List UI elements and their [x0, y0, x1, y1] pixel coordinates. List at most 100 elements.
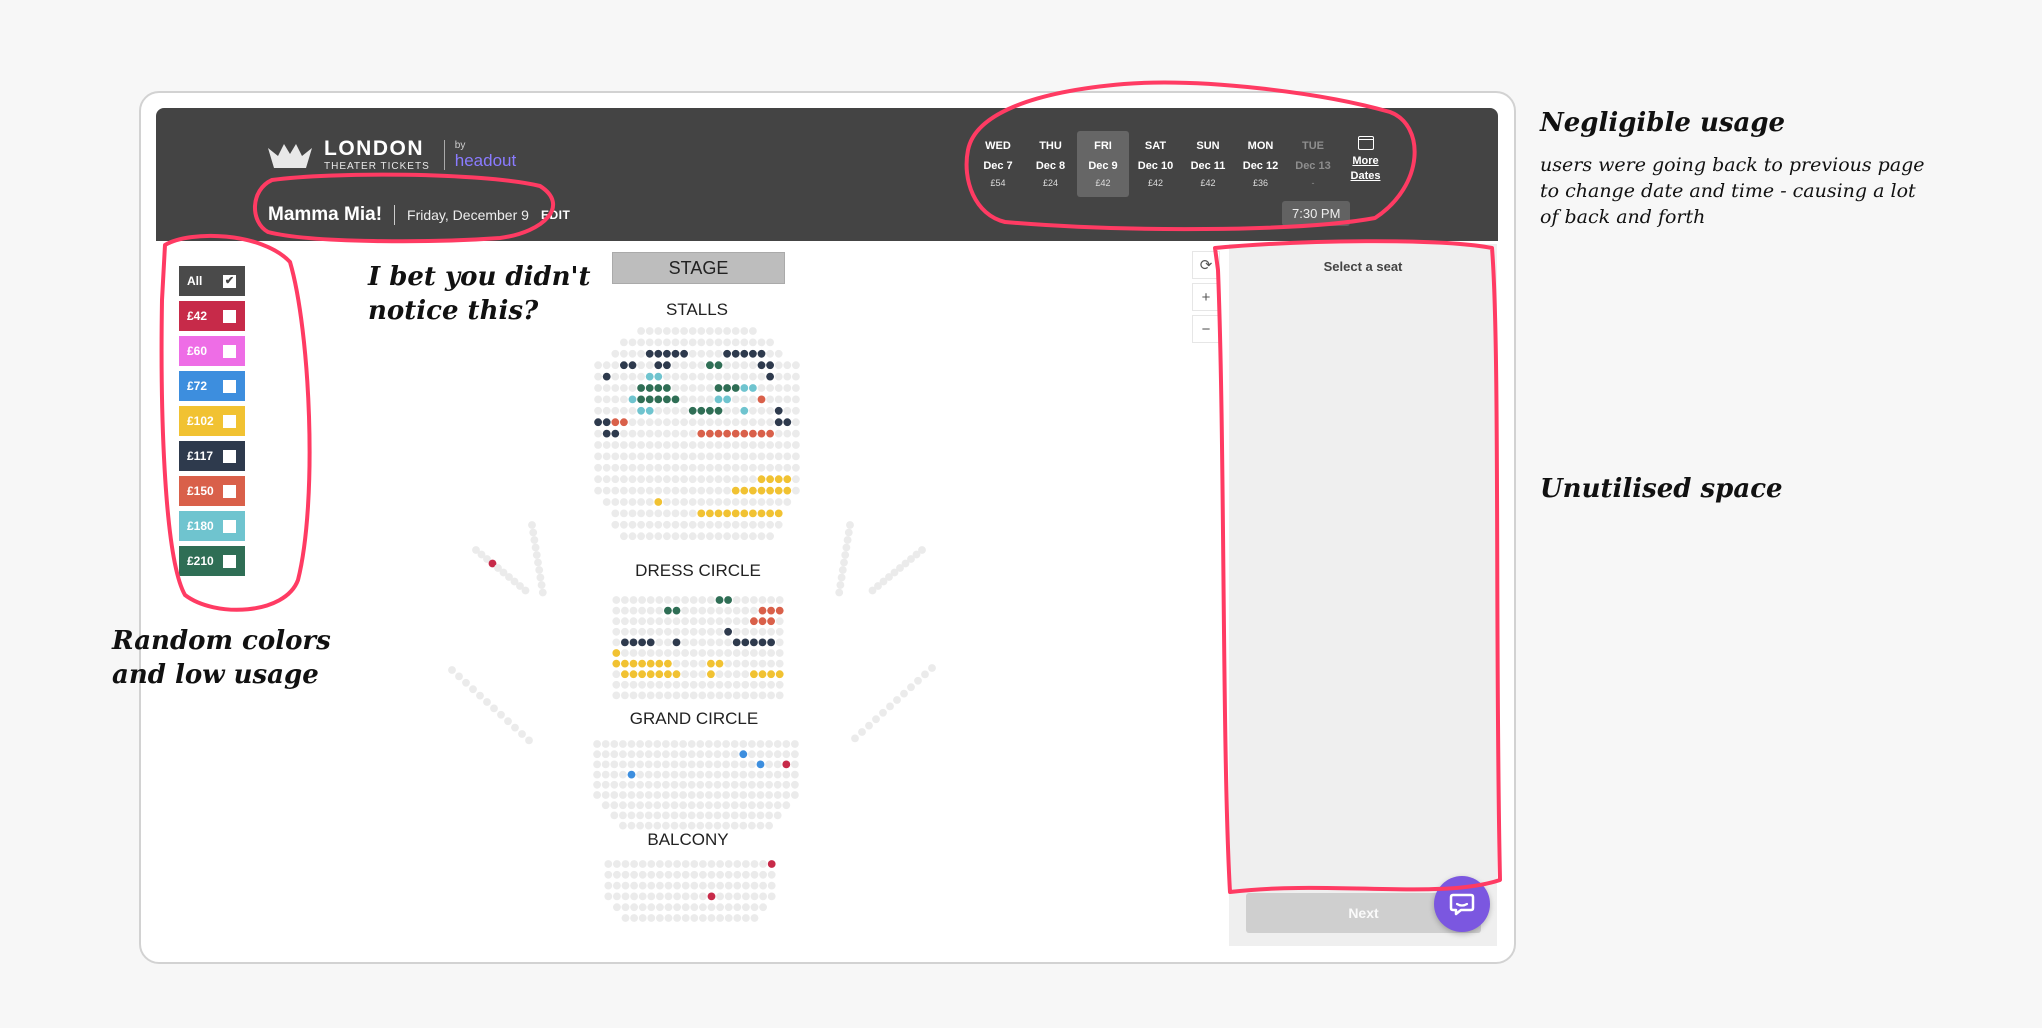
seat[interactable] [680, 429, 688, 438]
seat[interactable] [688, 406, 697, 415]
seat[interactable] [757, 406, 766, 415]
seat[interactable] [766, 361, 774, 370]
seat[interactable] [630, 860, 638, 868]
seat[interactable] [601, 791, 610, 799]
seat[interactable] [774, 520, 783, 529]
seat[interactable] [714, 327, 723, 335]
seat[interactable] [654, 532, 663, 541]
seat[interactable] [706, 452, 714, 461]
seat[interactable] [730, 801, 739, 810]
seat[interactable] [723, 498, 731, 506]
seat[interactable] [739, 770, 748, 779]
seat[interactable] [637, 327, 645, 335]
seat[interactable] [714, 509, 723, 518]
seat[interactable] [750, 860, 759, 868]
seat[interactable] [758, 627, 767, 636]
seat[interactable] [756, 750, 765, 759]
seat[interactable] [655, 691, 664, 700]
seat[interactable] [637, 486, 645, 495]
seat[interactable] [638, 860, 647, 868]
seat[interactable] [602, 441, 611, 449]
seat[interactable] [731, 361, 740, 370]
seat[interactable] [741, 638, 750, 647]
seat[interactable] [741, 670, 750, 679]
seat[interactable] [782, 780, 791, 789]
seat[interactable] [670, 740, 679, 748]
seat[interactable] [706, 372, 714, 381]
seat[interactable] [731, 441, 740, 449]
seat[interactable] [775, 627, 784, 636]
seat[interactable] [750, 691, 758, 700]
seat[interactable] [792, 395, 800, 404]
seat[interactable] [602, 452, 611, 461]
seat[interactable] [750, 606, 758, 615]
seat[interactable] [610, 801, 619, 810]
seat[interactable] [696, 801, 705, 810]
seat[interactable] [749, 532, 757, 541]
seat[interactable] [628, 384, 637, 392]
seat[interactable] [655, 670, 664, 679]
seat[interactable] [610, 750, 619, 759]
seat[interactable] [742, 914, 750, 922]
seat[interactable] [611, 384, 620, 392]
seat[interactable] [707, 596, 715, 604]
seat[interactable] [671, 532, 680, 541]
seat[interactable] [644, 770, 653, 779]
seat[interactable] [697, 361, 706, 370]
seat[interactable] [757, 349, 766, 358]
seat[interactable] [664, 659, 672, 668]
seat[interactable] [621, 638, 629, 647]
seat[interactable] [611, 486, 620, 495]
seat[interactable] [767, 860, 776, 868]
seat[interactable] [594, 406, 602, 415]
seat[interactable] [842, 543, 851, 552]
seat[interactable] [698, 617, 707, 626]
seat[interactable] [731, 486, 740, 495]
seat[interactable] [714, 475, 723, 484]
seat[interactable] [537, 581, 546, 589]
seat[interactable] [774, 418, 783, 427]
seat[interactable] [644, 750, 653, 759]
seat[interactable] [636, 791, 644, 799]
seat[interactable] [731, 418, 740, 427]
seat[interactable] [698, 649, 707, 657]
seat[interactable] [672, 659, 681, 668]
seat[interactable] [645, 418, 654, 427]
seat[interactable] [698, 691, 707, 700]
seat[interactable] [681, 860, 690, 868]
seat[interactable] [841, 551, 850, 559]
seat[interactable] [706, 475, 714, 484]
seat[interactable] [723, 395, 731, 404]
seat[interactable] [612, 649, 621, 657]
seat[interactable] [749, 429, 757, 438]
seat[interactable] [732, 670, 741, 679]
seat[interactable] [654, 463, 663, 472]
seat[interactable] [767, 691, 775, 700]
seat[interactable] [663, 429, 671, 438]
seat[interactable] [732, 659, 741, 668]
seat[interactable] [706, 429, 714, 438]
seat[interactable] [671, 384, 680, 392]
seat[interactable] [724, 606, 732, 615]
seat[interactable] [714, 520, 723, 529]
seat[interactable] [741, 680, 750, 689]
seat[interactable] [646, 659, 655, 668]
seat[interactable] [767, 892, 776, 901]
seat[interactable] [713, 780, 722, 789]
seat[interactable] [783, 384, 792, 392]
seat[interactable] [757, 395, 766, 404]
seat[interactable] [689, 638, 698, 647]
seat[interactable] [663, 327, 671, 335]
seat[interactable] [791, 750, 799, 759]
seat[interactable] [697, 475, 706, 484]
seat[interactable] [713, 801, 722, 810]
seat[interactable] [707, 659, 715, 668]
seat[interactable] [742, 860, 750, 868]
seat[interactable] [604, 860, 613, 868]
seat[interactable] [766, 349, 774, 358]
seat[interactable] [680, 406, 688, 415]
seat[interactable] [637, 509, 645, 518]
seat[interactable] [655, 606, 664, 615]
seat[interactable] [731, 463, 740, 472]
seat[interactable] [593, 750, 601, 759]
